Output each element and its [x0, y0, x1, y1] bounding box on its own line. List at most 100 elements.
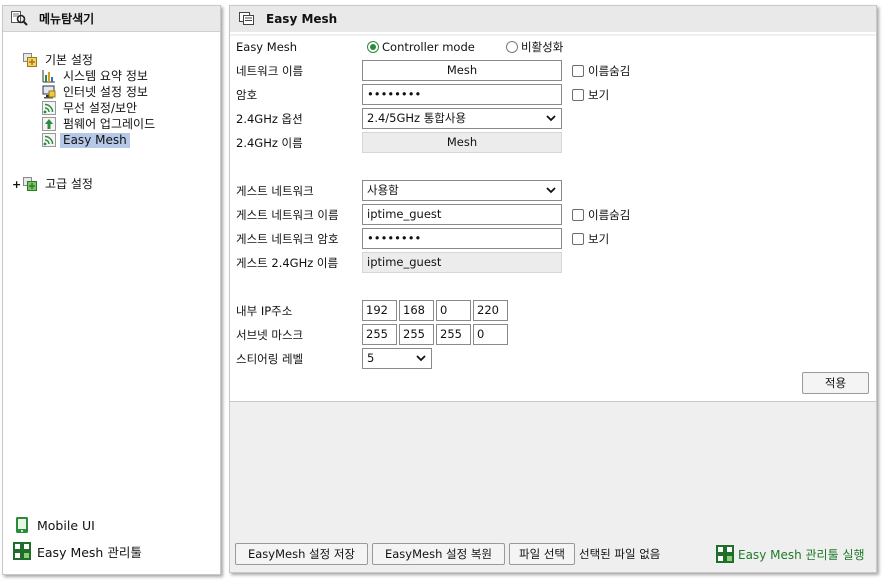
- chevron-down-icon: [546, 187, 556, 194]
- tree-item-easy-mesh[interactable]: Easy Mesh: [11, 132, 220, 148]
- internal-ip-label: 내부 IP주소: [236, 304, 293, 318]
- tree-item-advanced-settings[interactable]: + 고급 설정: [12, 176, 220, 192]
- subnet-mask-label: 서브넷 마스크: [236, 328, 304, 342]
- password-show-checkbox[interactable]: 보기: [572, 86, 609, 104]
- guest-network-select[interactable]: 사용함: [362, 180, 562, 201]
- run-mesh-manager-link[interactable]: Easy Mesh 관리툴 실행: [716, 545, 865, 563]
- folder-settings-icon: [23, 53, 38, 67]
- chart-icon: [41, 69, 56, 83]
- option-24ghz-select[interactable]: 2.4/5GHz 통합사용: [362, 108, 562, 129]
- menu-explorer-header: 메뉴탐색기: [3, 6, 220, 32]
- steering-level-value: 5: [367, 351, 375, 365]
- window-icon: [238, 11, 256, 27]
- subnet-octet-1[interactable]: 255: [362, 324, 397, 345]
- easy-mesh-form: Easy Mesh Controller mode 비활성화 네트워크 이름 M…: [230, 36, 876, 402]
- no-file-selected-text: 선택된 파일 없음: [579, 547, 661, 561]
- option-24ghz-label: 2.4GHz 옵션: [236, 112, 303, 126]
- wifi-icon: [41, 133, 56, 147]
- network-name-label: 네트워크 이름: [236, 64, 304, 78]
- mobile-icon: [13, 516, 31, 534]
- guest-name-24ghz-field: iptime_guest: [362, 252, 562, 273]
- run-mesh-manager-label: Easy Mesh 관리툴 실행: [738, 547, 865, 562]
- mesh-manager-label: Easy Mesh 관리툴: [37, 544, 142, 560]
- guest-name-label: 게스트 네트워크 이름: [236, 208, 339, 222]
- password-input[interactable]: ••••••••: [362, 84, 562, 105]
- option-24ghz-value: 2.4/5GHz 통합사용: [367, 111, 467, 125]
- mesh-manager-icon: [13, 542, 31, 560]
- tree-item-label: 인터넷 설정 정보: [63, 84, 148, 99]
- tree-item-label: 무선 설정/보안: [63, 100, 138, 115]
- subnet-octet-4[interactable]: 0: [473, 324, 508, 345]
- checkbox-icon: [572, 233, 584, 245]
- tree-item-label: Easy Mesh: [60, 132, 130, 148]
- guest-name-hide-checkbox[interactable]: 이름숨김: [572, 206, 630, 224]
- radio-unselected-icon: [506, 41, 518, 53]
- chevron-down-icon: [416, 355, 426, 362]
- checkbox-icon: [572, 89, 584, 101]
- easy-mesh-title: Easy Mesh: [266, 12, 338, 26]
- choose-file-button[interactable]: 파일 선택: [509, 543, 575, 565]
- network-name-hide-checkbox[interactable]: 이름숨김: [572, 62, 630, 80]
- checkbox-icon: [572, 209, 584, 221]
- mesh-manager-icon: [716, 545, 734, 563]
- left-bottom-links: Mobile UI Easy Mesh 관리툴: [13, 512, 142, 564]
- expand-icon[interactable]: +: [12, 178, 21, 191]
- subnet-octet-2[interactable]: 255: [399, 324, 434, 345]
- show-password-label: 보기: [588, 88, 610, 102]
- password-label: 암호: [236, 88, 258, 102]
- checkbox-icon: [572, 65, 584, 77]
- internal-ip-octet-2[interactable]: 168: [399, 300, 434, 321]
- mobile-ui-label: Mobile UI: [37, 517, 95, 533]
- chevron-down-icon: [546, 115, 556, 122]
- upgrade-icon: [41, 117, 56, 131]
- folder-settings-icon: [23, 177, 38, 191]
- steering-level-select[interactable]: 5: [362, 348, 432, 369]
- tree-item-internet-info[interactable]: 인터넷 설정 정보: [11, 84, 220, 100]
- easy-mesh-panel: Easy Mesh Easy Mesh Controller mode 비활성화…: [229, 5, 877, 573]
- apply-button[interactable]: 적용: [802, 372, 869, 394]
- tree-item-firmware-upgrade[interactable]: 펌웨어 업그레이드: [11, 116, 220, 132]
- monitor-icon: [41, 85, 56, 99]
- guest-password-input[interactable]: ••••••••: [362, 228, 562, 249]
- easy-mesh-mode-label: Easy Mesh: [236, 40, 298, 54]
- tree-item-label: 시스템 요약 정보: [63, 68, 148, 83]
- show-password-label: 보기: [588, 232, 610, 246]
- name-24ghz-label: 2.4GHz 이름: [236, 136, 303, 150]
- radio-selected-icon: [367, 41, 379, 53]
- guest-password-label: 게스트 네트워크 암호: [236, 232, 339, 246]
- subnet-octet-3[interactable]: 255: [436, 324, 471, 345]
- tree-item-label: 기본 설정: [45, 52, 93, 67]
- name-24ghz-field: Mesh: [362, 132, 562, 153]
- mesh-manager-link[interactable]: Easy Mesh 관리툴: [13, 538, 142, 564]
- hide-name-label: 이름숨김: [588, 64, 631, 78]
- guest-password-show-checkbox[interactable]: 보기: [572, 230, 609, 248]
- internal-ip-octet-4[interactable]: 220: [473, 300, 508, 321]
- tree-item-system-summary[interactable]: 시스템 요약 정보: [11, 68, 220, 84]
- internal-ip-octet-3[interactable]: 0: [436, 300, 471, 321]
- tree-item-basic-settings[interactable]: 기본 설정: [23, 52, 220, 68]
- tree-item-wireless-security[interactable]: 무선 설정/보안: [11, 100, 220, 116]
- guest-network-label: 게스트 네트워크: [236, 184, 314, 198]
- guest-name-input[interactable]: iptime_guest: [362, 204, 562, 225]
- save-mesh-settings-button[interactable]: EasyMesh 설정 저장: [235, 543, 368, 565]
- disabled-mode-radio[interactable]: 비활성화: [506, 38, 563, 56]
- wifi-icon: [41, 101, 56, 115]
- guest-name-24ghz-label: 게스트 2.4GHz 이름: [236, 256, 339, 270]
- network-name-input[interactable]: Mesh: [362, 60, 562, 81]
- hide-name-label: 이름숨김: [588, 208, 631, 222]
- tree-item-label: 고급 설정: [45, 176, 93, 191]
- controller-mode-label: Controller mode: [382, 40, 475, 54]
- mobile-ui-link[interactable]: Mobile UI: [13, 512, 142, 538]
- menu-explorer-panel: 메뉴탐색기 기본 설정 시스템 요약 정보 인터넷 설정 정보 무선 설정/보안: [2, 5, 221, 575]
- menu-explorer-title: 메뉴탐색기: [39, 12, 95, 26]
- guest-network-value: 사용함: [367, 183, 399, 197]
- restore-mesh-settings-button[interactable]: EasyMesh 설정 복원: [372, 543, 505, 565]
- disabled-mode-label: 비활성화: [521, 40, 564, 54]
- controller-mode-radio[interactable]: Controller mode: [367, 38, 475, 56]
- tree-item-label: 펌웨어 업그레이드: [63, 116, 156, 131]
- search-icon: [11, 10, 29, 27]
- menu-tree: 기본 설정 시스템 요약 정보 인터넷 설정 정보 무선 설정/보안 펌웨어 업…: [11, 52, 220, 192]
- steering-level-label: 스티어링 레벨: [236, 352, 304, 366]
- internal-ip-octet-1[interactable]: 192: [362, 300, 397, 321]
- easy-mesh-header: Easy Mesh: [230, 6, 876, 34]
